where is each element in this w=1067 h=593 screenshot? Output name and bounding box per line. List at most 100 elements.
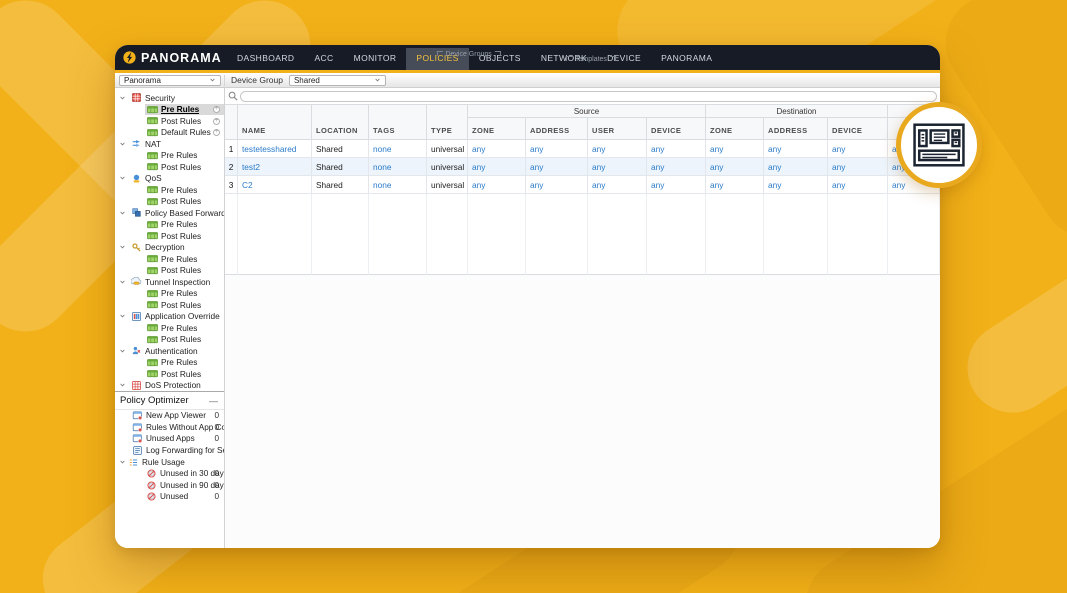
po-item-unused-30-days[interactable]: Unused in 30 days 0	[115, 468, 224, 480]
dos-protection-icon	[131, 381, 142, 390]
po-item-unused[interactable]: Unused 0	[115, 491, 224, 503]
context-select-value: Panorama	[124, 75, 161, 85]
cell-rule-name[interactable]: C2	[238, 176, 312, 194]
tree-item-decryption-pre-rules[interactable]: Pre Rules	[115, 253, 224, 265]
tree-item-tunnel-post-rules[interactable]: Post Rules	[115, 299, 224, 311]
tree-item-security[interactable]: Security	[115, 92, 224, 104]
po-item-log-forwarding[interactable]: Log Forwarding for Security Ser	[115, 445, 224, 457]
item-count: 0	[214, 434, 219, 444]
plus-icon[interactable]	[213, 117, 220, 125]
tree-item-appovr-pre-rules[interactable]: Pre Rules	[115, 322, 224, 334]
cell-location: Shared	[312, 158, 369, 176]
cell-dst-zone[interactable]: any	[706, 176, 764, 194]
security-icon	[131, 93, 142, 102]
cell-location: Shared	[312, 140, 369, 158]
cell-dst-device[interactable]: any	[828, 176, 888, 194]
plus-icon[interactable]	[213, 106, 220, 113]
tree-item-decryption-post-rules[interactable]: Post Rules	[115, 265, 224, 277]
item-count: 0	[214, 480, 219, 490]
chevron-down-icon	[119, 95, 128, 101]
tree-item-nat[interactable]: NAT	[115, 138, 224, 150]
templates-label: Templates	[566, 56, 616, 63]
column-header-name[interactable]: NAME	[238, 105, 312, 140]
rules-icon	[147, 231, 158, 240]
cell-src-device[interactable]: any	[647, 176, 706, 194]
cell-dst-device[interactable]: any	[828, 140, 888, 158]
cell-tags[interactable]: none	[369, 158, 427, 176]
tree-item-qos-post-rules[interactable]: Post Rules	[115, 196, 224, 208]
tree-item-tunnel-inspection[interactable]: Tunnel Inspection	[115, 276, 224, 288]
tree-item-security-pre-rules[interactable]: Pre Rules	[115, 103, 224, 115]
tree-item-auth-post-rules[interactable]: Post Rules	[115, 368, 224, 380]
column-header-tags[interactable]: TAGS	[369, 105, 427, 140]
cell-src-zone[interactable]: any	[468, 140, 526, 158]
tab-monitor[interactable]: MONITOR	[344, 53, 407, 70]
cell-src-user[interactable]: any	[588, 176, 647, 194]
cell-dst-address[interactable]: any	[764, 158, 828, 176]
po-item-rules-without-app-controls[interactable]: Rules Without App Controls0	[115, 422, 224, 434]
column-header-dst-device[interactable]: DEVICE	[828, 118, 888, 140]
tree-item-pbf-pre-rules[interactable]: Pre Rules	[115, 219, 224, 231]
plus-icon[interactable]	[213, 129, 220, 136]
cell-src-address[interactable]: any	[526, 158, 588, 176]
tree-item-qos-pre-rules[interactable]: Pre Rules	[115, 184, 224, 196]
tree-item-nat-pre-rules[interactable]: Pre Rules	[115, 150, 224, 162]
column-header-src-zone[interactable]: ZONE	[468, 118, 526, 140]
cell-dst-zone[interactable]: any	[706, 158, 764, 176]
po-item-unused-90-days[interactable]: Unused in 90 days 0	[115, 480, 224, 492]
app-window-icon	[132, 423, 143, 432]
cell-tags[interactable]: none	[369, 140, 427, 158]
cell-src-zone[interactable]: any	[468, 158, 526, 176]
cell-rule-name[interactable]: test2	[238, 158, 312, 176]
cell-src-address[interactable]: any	[526, 140, 588, 158]
tab-acc[interactable]: ACC	[304, 53, 343, 70]
cell-tags[interactable]: none	[369, 176, 427, 194]
tree-item-security-default-rules[interactable]: Default Rules	[115, 127, 224, 139]
po-item-new-app-viewer[interactable]: New App Viewer 0	[115, 410, 224, 422]
cell-rule-name[interactable]: testetesshared	[238, 140, 312, 158]
minimize-icon[interactable]: —	[209, 396, 218, 406]
tree-item-authentication[interactable]: Authentication	[115, 345, 224, 357]
tree-item-appovr-post-rules[interactable]: Post Rules	[115, 334, 224, 346]
cell-dst-zone[interactable]: any	[706, 140, 764, 158]
tab-panorama[interactable]: PANORAMA	[651, 53, 722, 70]
cell-src-user[interactable]: any	[588, 140, 647, 158]
tree-item-application-override[interactable]: Application Override	[115, 311, 224, 323]
column-header-type[interactable]: TYPE	[427, 105, 468, 140]
cell-src-zone[interactable]: any	[468, 176, 526, 194]
tree-item-auth-pre-rules[interactable]: Pre Rules	[115, 357, 224, 369]
cell-dst-address[interactable]: any	[764, 176, 828, 194]
column-header-location[interactable]: LOCATION	[312, 105, 369, 140]
qos-icon	[131, 174, 142, 183]
tree-item-nat-post-rules[interactable]: Post Rules	[115, 161, 224, 173]
search-input[interactable]	[240, 90, 937, 102]
chevron-down-icon	[119, 459, 128, 465]
cell-src-device[interactable]: any	[647, 140, 706, 158]
cell-src-address[interactable]: any	[526, 176, 588, 194]
column-header-src-address[interactable]: ADDRESS	[526, 118, 588, 140]
rules-icon	[147, 185, 158, 194]
tree-item-decryption[interactable]: Decryption	[115, 242, 224, 254]
page-background: PANORAMA DASHBOARD ACC MONITOR Device Gr…	[0, 0, 1067, 593]
column-header-src-device[interactable]: DEVICE	[647, 118, 706, 140]
tree-item-qos[interactable]: QoS	[115, 173, 224, 185]
rules-icon	[147, 266, 158, 275]
column-header-src-user[interactable]: USER	[588, 118, 647, 140]
column-header-dst-zone[interactable]: ZONE	[706, 118, 764, 140]
cell-dst-device[interactable]: any	[828, 158, 888, 176]
tree-item-pbf-post-rules[interactable]: Post Rules	[115, 230, 224, 242]
tree-item-tunnel-pre-rules[interactable]: Pre Rules	[115, 288, 224, 300]
po-item-unused-apps[interactable]: Unused Apps 0	[115, 433, 224, 445]
column-header-dst-address[interactable]: ADDRESS	[764, 118, 828, 140]
row-number: 2	[225, 158, 238, 176]
context-select[interactable]: Panorama	[119, 74, 221, 86]
cell-src-user[interactable]: any	[588, 158, 647, 176]
tree-item-security-post-rules[interactable]: Post Rules	[115, 115, 224, 127]
cell-dst-address[interactable]: any	[764, 140, 828, 158]
tree-item-pbf[interactable]: Policy Based Forwarding	[115, 207, 224, 219]
device-group-select[interactable]: Shared	[288, 74, 386, 86]
po-item-rule-usage[interactable]: Rule Usage	[115, 456, 224, 468]
tab-dashboard[interactable]: DASHBOARD	[227, 53, 304, 70]
cell-src-device[interactable]: any	[647, 158, 706, 176]
tree-item-dos-protection[interactable]: DoS Protection	[115, 380, 224, 392]
